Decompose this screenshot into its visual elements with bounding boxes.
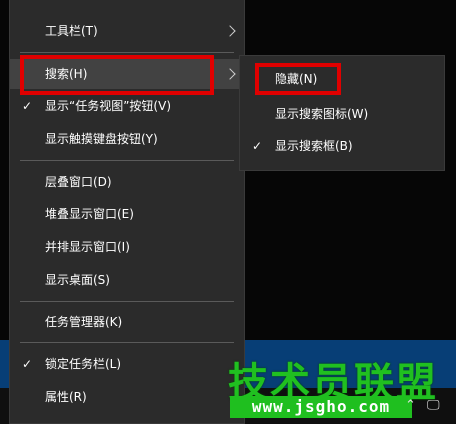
- checkmark-icon: ✓: [22, 99, 33, 113]
- menu-item-side-by-side[interactable]: 并排显示窗口(I): [10, 232, 244, 262]
- menu-item-label: 并排显示窗口(I): [45, 240, 130, 254]
- menu-item-label: 显示“任务视图”按钮(V): [45, 99, 172, 113]
- chevron-up-icon[interactable]: ⌃: [405, 398, 416, 413]
- network-icon[interactable]: 🖵: [427, 398, 440, 413]
- menu-item-label: 显示搜索图标(W): [275, 107, 369, 121]
- menu-item-label: 显示搜索框(B): [275, 139, 353, 153]
- menu-item-stacked[interactable]: 堆叠显示窗口(E): [10, 199, 244, 229]
- menu-item-label: 属性(R): [45, 390, 87, 404]
- annotation-highlight-hidden: [255, 63, 341, 95]
- chevron-right-icon: [224, 25, 236, 37]
- menu-item-properties[interactable]: 属性(R): [10, 382, 244, 412]
- menu-item-show-task-view[interactable]: ✓ 显示“任务视图”按钮(V): [10, 91, 244, 121]
- menu-item-show-touch-keyboard[interactable]: 显示触摸键盘按钮(Y): [10, 124, 244, 154]
- menu-item-label: 显示桌面(S): [45, 273, 110, 287]
- menu-item-label: 锁定任务栏(L): [45, 357, 122, 371]
- submenu-item-show-search-box[interactable]: ✓ 显示搜索框(B): [240, 131, 444, 161]
- menu-item-label: 任务管理器(K): [45, 315, 123, 329]
- submenu-item-show-search-icon[interactable]: 显示搜索图标(W): [240, 99, 444, 129]
- annotation-highlight-search: [20, 55, 214, 95]
- menu-item-label: 工具栏(T): [45, 24, 98, 38]
- menu-item-label: 堆叠显示窗口(E): [45, 207, 134, 221]
- menu-item-cascade[interactable]: 层叠窗口(D): [10, 167, 244, 197]
- checkmark-icon: ✓: [252, 139, 263, 153]
- chevron-right-icon: [224, 68, 236, 80]
- menu-separator: [20, 52, 234, 53]
- menu-item-lock-taskbar[interactable]: ✓ 锁定任务栏(L): [10, 349, 244, 379]
- menu-item-label: 层叠窗口(D): [45, 175, 112, 189]
- menu-item-label: 显示触摸键盘按钮(Y): [45, 132, 158, 146]
- menu-separator: [20, 160, 234, 161]
- checkmark-icon: ✓: [22, 357, 33, 371]
- menu-item-task-manager[interactable]: 任务管理器(K): [10, 307, 244, 337]
- menu-item-show-desktop[interactable]: 显示桌面(S): [10, 265, 244, 295]
- menu-item-toolbars[interactable]: 工具栏(T): [10, 16, 244, 46]
- menu-separator: [20, 301, 234, 302]
- menu-separator: [20, 342, 234, 343]
- watermark-url: www.jsgho.com: [230, 396, 412, 418]
